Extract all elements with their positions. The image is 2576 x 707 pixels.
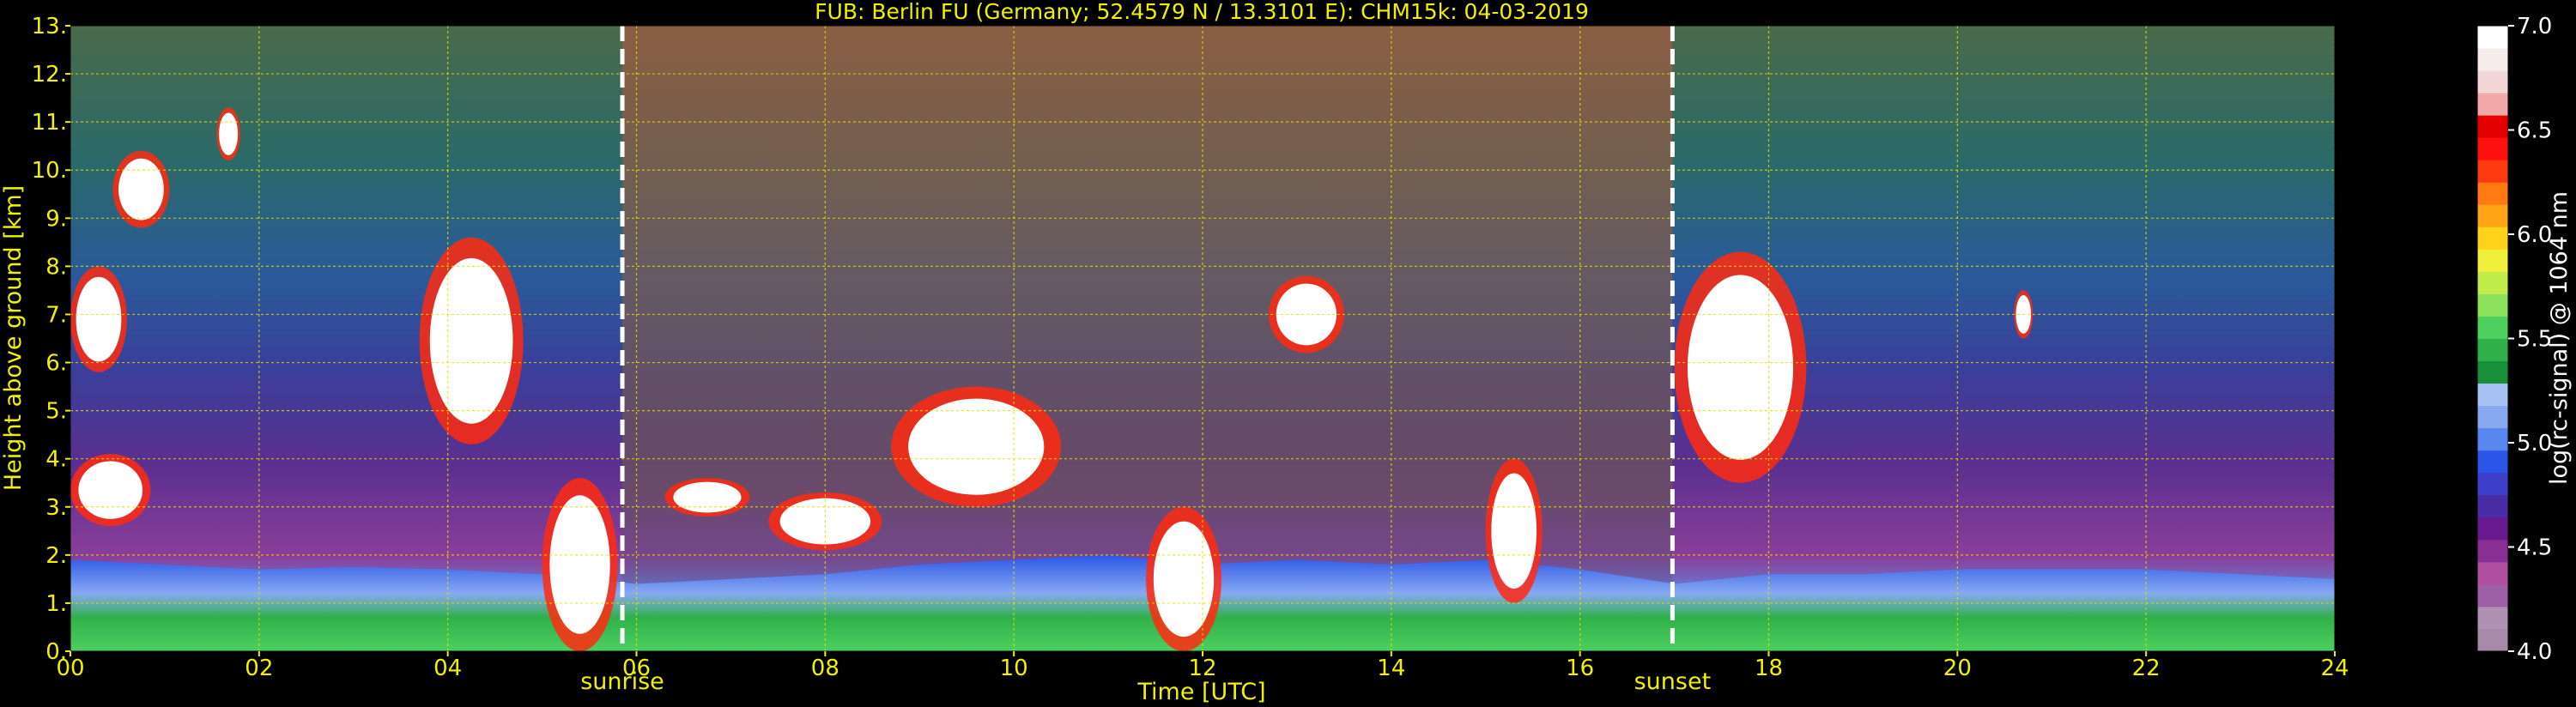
x-tick-label: 10 [1000, 656, 1028, 681]
y-tick-label: 7. [45, 302, 67, 328]
y-tick-label: 11. [32, 110, 67, 136]
y-axis-ticks: 0. 1. 2. 3. 4. 5. 6. 7. 8. 9. 10. 11. 12. 13. [32, 14, 70, 665]
colorbar-segment [2477, 517, 2508, 541]
colorbar-segment [2477, 583, 2508, 607]
colorbar-segment [2477, 204, 2508, 227]
colorbar-segment [2477, 93, 2508, 116]
colorbar-segment [2477, 271, 2508, 294]
y-tick-label: 6. [45, 351, 67, 377]
colorbar-segment [2477, 26, 2508, 49]
x-tick-label: 14 [1377, 656, 1405, 681]
x-tick-label: 24 [2320, 656, 2349, 681]
colorbar-segment [2477, 137, 2508, 160]
cloud-layer [673, 481, 742, 513]
y-tick-label: 1. [45, 591, 67, 617]
x-tick-label: 16 [1566, 656, 1594, 681]
x-tick-label: 02 [245, 656, 273, 681]
x-axis-ticks: 00 02 04 06 08 10 12 14 16 18 20 22 24 [56, 651, 2349, 681]
y-tick-label: 3. [45, 495, 67, 521]
y-tick-label: 12. [32, 62, 67, 88]
colorbar-segment [2477, 48, 2508, 71]
x-tick-label: 12 [1188, 656, 1216, 681]
y-tick-label: 13. [32, 14, 67, 39]
x-tick-label: 22 [2132, 656, 2161, 681]
y-tick-label: 5. [45, 399, 67, 425]
colorbar-segment [2477, 606, 2508, 630]
x-axis-label: Time [UTC] [1136, 679, 1265, 705]
y-axis-label: Height above ground [km] [0, 185, 27, 491]
x-tick-label: 20 [1943, 656, 1972, 681]
y-tick-label: 4. [45, 447, 67, 473]
colorbar-tick-label: 7.0 [2517, 14, 2552, 39]
y-tick-label: 0. [45, 639, 67, 665]
colorbar-segment [2477, 338, 2508, 362]
colorbar-segment [2477, 427, 2508, 451]
x-tick-label: 06 [622, 656, 651, 681]
colorbar-segment [2477, 539, 2508, 563]
chart-title: FUB: Berlin FU (Germany; 52.4579 N / 13.… [815, 0, 1589, 24]
colorbar-segment [2477, 70, 2508, 94]
colorbar-segment [2477, 450, 2508, 474]
colorbar-tick-label: 6.5 [2517, 118, 2552, 144]
cloud-layer [429, 257, 513, 424]
y-tick-label: 9. [45, 206, 67, 232]
y-tick-label: 2. [45, 543, 67, 569]
cloud-layer [219, 112, 239, 155]
cloud-layer [1491, 473, 1537, 589]
cloud-layer [78, 461, 143, 519]
colorbar-segment [2477, 405, 2508, 429]
colorbar-segment [2477, 561, 2508, 585]
cloud-layer [1687, 275, 1794, 460]
colorbar-segment [2477, 227, 2508, 250]
plot-area [70, 26, 2335, 651]
cloud-layer [908, 398, 1045, 495]
colorbar-segment [2477, 628, 2508, 652]
lidar-figure: sunrise sunset 00 02 04 06 08 10 12 14 16 18 20 22 24… [0, 0, 2573, 705]
cloud-layer [76, 276, 122, 362]
colorbar-segment [2477, 160, 2508, 183]
sunset-label: sunset [1634, 668, 1712, 695]
colorbar-segment [2477, 383, 2508, 407]
y-tick-label: 10. [32, 158, 67, 184]
colorbar-segment [2477, 115, 2508, 138]
x-tick-label: 04 [433, 656, 462, 681]
cloud-layer [1153, 521, 1215, 638]
colorbar-segment [2477, 316, 2508, 339]
colorbar-segment [2477, 360, 2508, 384]
cloud-layer [118, 158, 164, 221]
colorbar-segment [2477, 494, 2508, 518]
colorbar-label: log(rc-signal) @ 1064 nm [2546, 191, 2573, 485]
cloud-layer [549, 495, 610, 634]
x-tick-label: 08 [811, 656, 839, 681]
colorbar-tick-label: 4.0 [2517, 639, 2552, 665]
colorbar-segment [2477, 249, 2508, 272]
x-tick-label: 18 [1755, 656, 1783, 681]
y-tick-label: 8. [45, 254, 67, 280]
colorbar-tick-label: 4.5 [2517, 535, 2552, 561]
colorbar-segment [2477, 293, 2508, 317]
colorbar-segment [2477, 472, 2508, 496]
colorbar [2476, 25, 2509, 652]
colorbar-segment [2477, 182, 2508, 205]
